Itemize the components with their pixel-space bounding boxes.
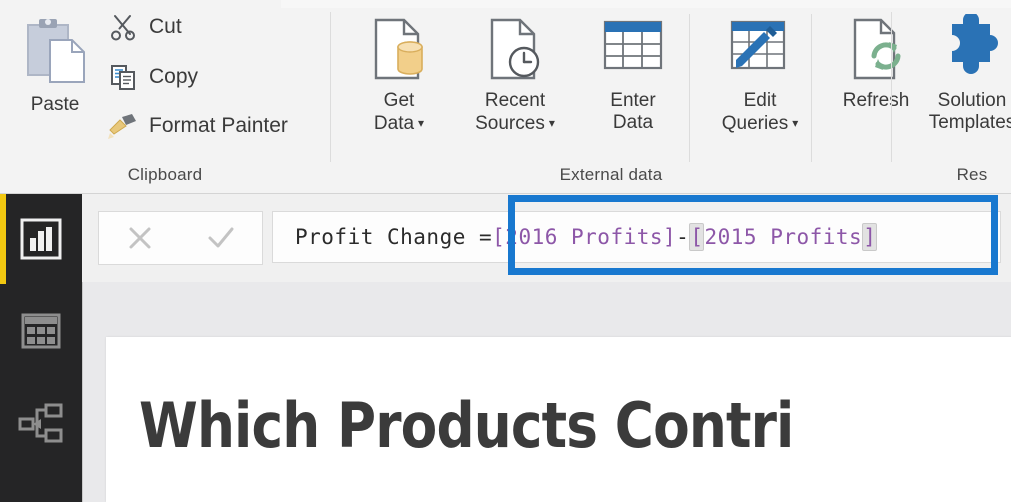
report-canvas-area: Which Products Contri — [82, 282, 1011, 502]
group-separator-inner — [689, 14, 690, 162]
enter-data-icon — [596, 10, 670, 88]
report-title-text: Which Products Contri — [139, 389, 794, 462]
enter-data-label: Enter Data — [610, 90, 656, 133]
ribbon-group-clipboard: Paste Cut Copy Format Painter Clipboard — [0, 0, 330, 193]
sidebar-item-data-view[interactable] — [0, 286, 82, 376]
get-data-icon — [362, 10, 436, 88]
format-painter-icon — [108, 111, 138, 141]
resources-group-label: Res — [956, 165, 988, 184]
x-cancel-icon — [129, 227, 151, 249]
format-painter-label: Format Painter — [149, 114, 288, 137]
measure-name-text: Profit Change = — [295, 225, 493, 249]
recent-sources-label: Recent Sources ▾ — [475, 90, 555, 134]
solution-templates-label: Solution Templates — [928, 90, 1011, 133]
scissors-icon — [108, 12, 138, 42]
formula-bar: Profit Change = [2016 Profits] - [2015 P… — [0, 194, 1011, 283]
edit-queries-button[interactable]: Edit Queries ▾ — [701, 10, 819, 135]
puzzle-piece-icon — [936, 10, 1008, 88]
chevron-down-icon[interactable]: ▾ — [549, 112, 555, 134]
recent-sources-button[interactable]: Recent Sources ▾ — [451, 10, 579, 135]
bracket-match-open: [ — [689, 223, 705, 251]
group-separator-inner-2 — [811, 14, 812, 162]
format-painter-button[interactable]: Format Painter — [108, 111, 288, 141]
external-data-group-label: External data — [559, 165, 663, 184]
formula-bar-inner: Profit Change = [2016 Profits] - [2015 P… — [98, 194, 1011, 282]
sidebar-item-model-view[interactable] — [0, 378, 82, 468]
report-page[interactable]: Which Products Contri — [106, 337, 1011, 502]
paste-clipboard-icon — [20, 14, 90, 92]
cut-label: Cut — [149, 15, 182, 38]
operator-minus: - — [676, 225, 690, 249]
ribbon-group-external-data: Get Data ▾ Recent Sources ▾ Enter Data E… — [331, 0, 909, 193]
copy-button[interactable]: Copy — [108, 62, 198, 92]
get-data-button[interactable]: Get Data ▾ — [349, 10, 449, 135]
enter-data-button[interactable]: Enter Data — [583, 10, 683, 134]
solution-templates-button[interactable]: Solution Templates — [902, 10, 1011, 134]
formula-bar-buttons — [98, 211, 263, 265]
table-grid-icon — [21, 313, 61, 349]
view-switcher-sidebar — [0, 194, 82, 502]
edit-queries-icon — [723, 10, 797, 88]
ribbon: Paste Cut Copy Format Painter Clipboard … — [0, 0, 1011, 194]
formula-cancel-button[interactable] — [110, 213, 170, 263]
formula-accept-button[interactable] — [191, 213, 251, 263]
edit-queries-label: Edit Queries ▾ — [721, 90, 799, 134]
cut-button[interactable]: Cut — [108, 12, 182, 42]
copy-icon — [108, 62, 138, 92]
power-bi-desktop-window: Paste Cut Copy Format Painter Clipboard … — [0, 0, 1011, 502]
paste-label: Paste — [30, 94, 80, 115]
bracket-match-close: ] — [862, 223, 878, 251]
recent-sources-icon — [478, 10, 552, 88]
check-accept-icon — [208, 227, 234, 248]
paste-button[interactable]: Paste — [8, 14, 102, 116]
column-reference-2015: 2015 Profits — [704, 225, 863, 249]
sidebar-item-report-view[interactable] — [0, 194, 82, 284]
chevron-down-icon[interactable]: ▾ — [792, 112, 798, 134]
ribbon-group-resources: Solution Templates Res — [892, 0, 1011, 193]
dax-formula-input[interactable]: Profit Change = [2016 Profits] - [2015 P… — [272, 211, 1001, 263]
get-data-label: Get Data ▾ — [373, 90, 425, 134]
copy-label: Copy — [149, 65, 199, 88]
column-reference-2016: [2016 Profits] — [492, 225, 677, 249]
clipboard-group-label: Clipboard — [127, 165, 203, 184]
relationships-icon — [18, 403, 63, 443]
chevron-down-icon[interactable]: ▾ — [418, 112, 424, 134]
bar-chart-icon — [20, 218, 62, 260]
